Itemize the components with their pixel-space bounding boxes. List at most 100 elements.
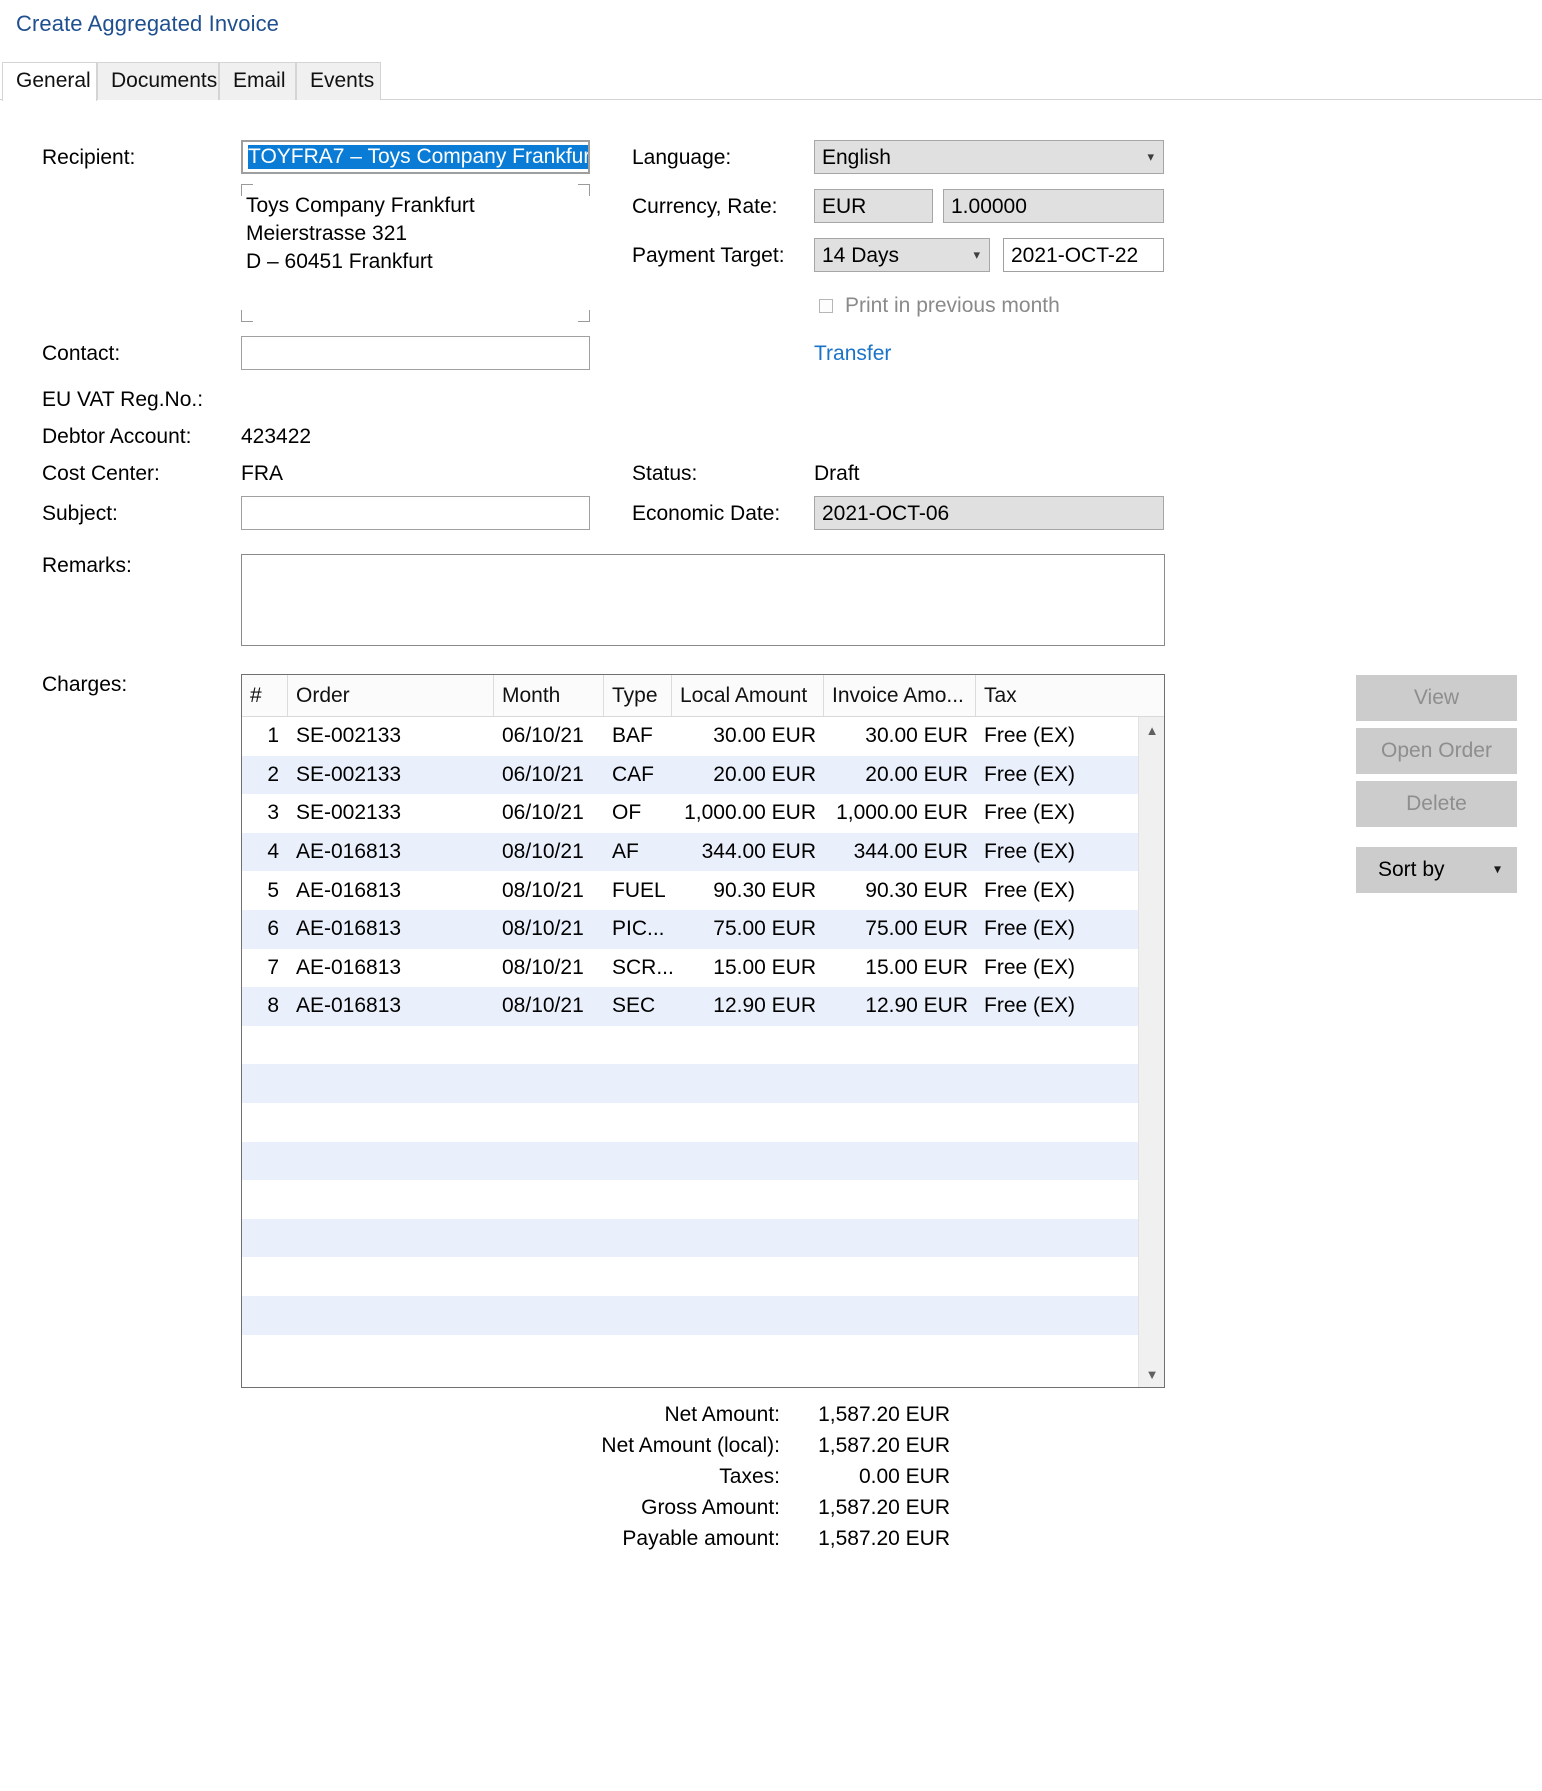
cell-type: FUEL	[612, 878, 666, 902]
net-amount-local-label: Net Amount (local):	[601, 1434, 780, 1457]
recipient-input[interactable]: TOYFRA7 – Toys Company Frankfurt	[241, 140, 590, 174]
contact-input[interactable]	[241, 336, 590, 370]
chevron-down-icon: ▾	[1147, 148, 1154, 164]
cell-index: 5	[267, 878, 279, 902]
cell-index: 4	[267, 840, 279, 864]
column-header-index[interactable]: #	[242, 675, 288, 716]
recipient-address-lines: Toys Company Frankfurt Meierstrasse 321 …	[246, 192, 475, 276]
cell-month: 06/10/21	[502, 724, 584, 748]
table-row-empty[interactable]	[242, 1026, 1164, 1065]
table-row-empty[interactable]	[242, 1335, 1164, 1374]
cell-tax: Free (EX)	[984, 878, 1076, 902]
cell-order: SE-002133	[296, 724, 402, 748]
cell-local-amount: 1,000.00 EUR	[684, 801, 816, 825]
debtor-account-value: 423422	[241, 425, 312, 448]
table-row-empty[interactable]	[242, 1295, 1164, 1335]
address-line-1: Toys Company Frankfurt	[246, 194, 475, 217]
sort-by-label: Sort by	[1378, 858, 1445, 881]
net-amount-label: Net Amount:	[664, 1403, 780, 1426]
remarks-textarea[interactable]	[241, 554, 1165, 646]
eu-vat-label: EU VAT Reg.No.:	[42, 388, 204, 411]
economic-date-label: Economic Date:	[632, 502, 781, 525]
tab-documents[interactable]: Documents	[97, 62, 219, 100]
cell-order: SE-002133	[296, 801, 402, 825]
cell-index: 1	[267, 724, 279, 748]
taxes-value: 0.00 EUR	[858, 1465, 950, 1488]
cell-invoice-amount: 15.00 EUR	[865, 955, 968, 979]
language-label: Language:	[632, 146, 732, 169]
table-row[interactable]: 4 AE-016813 08/10/21 AF 344.00 EUR 344.0…	[242, 832, 1164, 872]
cell-type: CAF	[612, 762, 654, 786]
scroll-down-icon[interactable]: ▼	[1139, 1361, 1164, 1387]
currency-input[interactable]: EUR	[814, 189, 933, 223]
table-row-empty[interactable]	[242, 1141, 1164, 1181]
cost-center-value: FRA	[241, 462, 283, 485]
page-title: Create Aggregated Invoice	[16, 11, 280, 36]
column-header-tax[interactable]: Tax	[976, 675, 1122, 716]
scroll-up-icon[interactable]: ▲	[1139, 717, 1164, 743]
cell-order: AE-016813	[296, 955, 402, 979]
cell-type: SCR...	[612, 955, 672, 979]
recipient-address-box: Toys Company Frankfurt Meierstrasse 321 …	[241, 184, 590, 322]
cell-order: AE-016813	[296, 917, 402, 941]
subject-input[interactable]	[241, 496, 590, 530]
print-in-previous-month-checkbox[interactable]: Print in previous month	[819, 294, 1060, 318]
payment-due-date-input[interactable]: 2021-OCT-22	[1003, 238, 1164, 272]
payment-target-select[interactable]: 14 Days ▾	[814, 238, 990, 272]
tab-general[interactable]: General	[2, 62, 97, 101]
language-select[interactable]: English ▾	[814, 140, 1164, 174]
table-row[interactable]: 3 SE-002133 06/10/21 OF 1,000.00 EUR 1,0…	[242, 794, 1164, 833]
table-row[interactable]: 7 AE-016813 08/10/21 SCR... 15.00 EUR 15…	[242, 949, 1164, 988]
view-button[interactable]: View	[1356, 675, 1517, 721]
taxes-label: Taxes:	[719, 1465, 780, 1488]
cell-invoice-amount: 20.00 EUR	[865, 762, 968, 786]
recipient-value: TOYFRA7 – Toys Company Frankfurt	[248, 145, 588, 169]
cell-local-amount: 30.00 EUR	[713, 724, 816, 748]
rate-input[interactable]: 1.00000	[943, 189, 1164, 223]
economic-date-input[interactable]: 2021-OCT-06	[814, 496, 1164, 530]
contact-label: Contact:	[42, 342, 121, 365]
charges-table-scrollbar[interactable]: ▲ ▼	[1138, 717, 1164, 1387]
open-order-button[interactable]: Open Order	[1356, 728, 1517, 774]
table-row[interactable]: 5 AE-016813 08/10/21 FUEL 90.30 EUR 90.3…	[242, 871, 1164, 910]
column-header-invoice-amount[interactable]: Invoice Amo...	[824, 675, 976, 716]
cell-invoice-amount: 30.00 EUR	[865, 724, 968, 748]
delete-button[interactable]: Delete	[1356, 781, 1517, 827]
charges-table[interactable]: # Order Month Type Local Amount Invoice …	[241, 674, 1165, 1388]
payable-amount-value: 1,587.20 EUR	[818, 1527, 950, 1550]
cell-invoice-amount: 90.30 EUR	[865, 878, 968, 902]
cell-month: 08/10/21	[502, 840, 584, 864]
address-line-3: D – 60451 Frankfurt	[246, 250, 433, 273]
transfer-link[interactable]: Transfer	[814, 342, 891, 366]
table-row-empty[interactable]	[242, 1257, 1164, 1296]
sort-by-button[interactable]: Sort by ▾	[1356, 847, 1517, 893]
column-header-month[interactable]: Month	[494, 675, 604, 716]
chevron-down-icon: ▾	[973, 246, 980, 262]
column-header-local-amount[interactable]: Local Amount	[672, 675, 824, 716]
table-row-empty[interactable]	[242, 1064, 1164, 1103]
table-row-empty[interactable]	[242, 1180, 1164, 1219]
table-row[interactable]: 2 SE-002133 06/10/21 CAF 20.00 EUR 20.00…	[242, 755, 1164, 795]
table-row-empty[interactable]	[242, 1218, 1164, 1258]
table-row[interactable]: 8 AE-016813 08/10/21 SEC 12.90 EUR 12.90…	[242, 987, 1164, 1026]
table-row[interactable]: 6 AE-016813 08/10/21 PIC... 75.00 EUR 75…	[242, 909, 1164, 949]
tab-email[interactable]: Email	[219, 62, 296, 100]
cell-invoice-amount: 1,000.00 EUR	[836, 801, 968, 825]
cell-month: 06/10/21	[502, 801, 584, 825]
cell-month: 08/10/21	[502, 955, 584, 979]
cost-center-label: Cost Center:	[42, 462, 160, 485]
cell-order: AE-016813	[296, 878, 402, 902]
address-line-2: Meierstrasse 321	[246, 222, 408, 245]
net-amount-value: 1,587.20 EUR	[818, 1403, 950, 1426]
payment-target-value: 14 Days	[822, 243, 900, 267]
cell-index: 8	[267, 994, 279, 1018]
column-header-order[interactable]: Order	[288, 675, 494, 716]
tab-strip: General Documents Email Events	[0, 62, 1542, 101]
debtor-account-label: Debtor Account:	[42, 425, 192, 448]
currency-rate-label: Currency, Rate:	[632, 195, 778, 218]
cell-type: SEC	[612, 994, 656, 1018]
tab-events[interactable]: Events	[296, 62, 381, 100]
table-row-empty[interactable]	[242, 1103, 1164, 1142]
column-header-type[interactable]: Type	[604, 675, 672, 716]
table-row[interactable]: 1 SE-002133 06/10/21 BAF 30.00 EUR 30.00…	[242, 717, 1164, 756]
